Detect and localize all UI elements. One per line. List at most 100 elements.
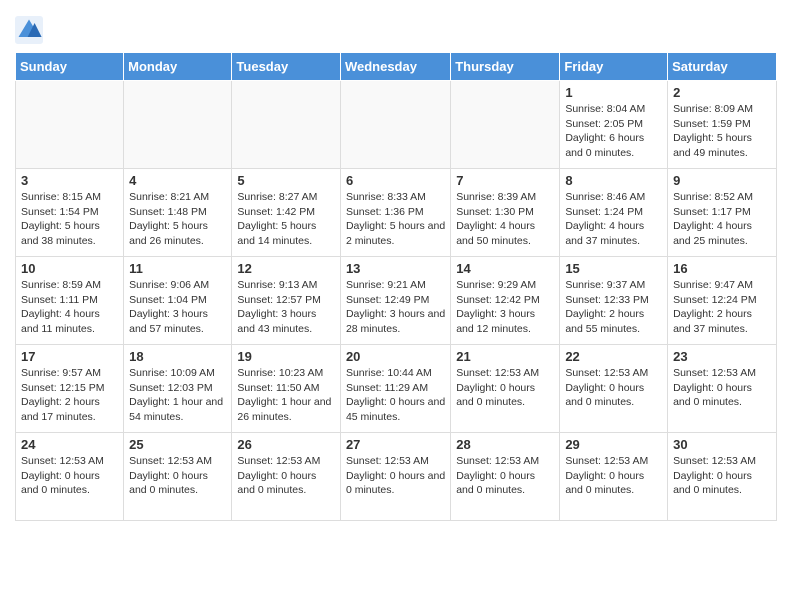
day-info: Sunset: 12:53 AM Daylight: 0 hours and 0… (237, 454, 335, 498)
day-info: Sunrise: 8:27 AM Sunset: 1:42 PM Dayligh… (237, 190, 335, 249)
day-info: Sunrise: 10:23 AM Sunset: 11:50 AM Dayli… (237, 366, 335, 425)
calendar-cell (124, 81, 232, 169)
calendar-cell: 8Sunrise: 8:46 AM Sunset: 1:24 PM Daylig… (560, 169, 668, 257)
day-info: Sunset: 12:53 AM Daylight: 0 hours and 0… (565, 366, 662, 410)
day-info: Sunrise: 9:57 AM Sunset: 12:15 PM Daylig… (21, 366, 118, 425)
day-number: 5 (237, 173, 335, 188)
day-number: 24 (21, 437, 118, 452)
calendar-cell (232, 81, 341, 169)
day-info: Sunset: 12:53 AM Daylight: 0 hours and 0… (129, 454, 226, 498)
day-info: Sunrise: 9:47 AM Sunset: 12:24 PM Daylig… (673, 278, 771, 337)
day-info: Sunrise: 8:39 AM Sunset: 1:30 PM Dayligh… (456, 190, 554, 249)
calendar-cell: 25 Sunset: 12:53 AM Daylight: 0 hours and… (124, 433, 232, 521)
day-info: Sunrise: 8:59 AM Sunset: 1:11 PM Dayligh… (21, 278, 118, 337)
calendar-cell: 17 Sunrise: 9:57 AM Sunset: 12:15 PM Dayl… (16, 345, 124, 433)
day-info: Sunset: 12:53 AM Daylight: 0 hours and 0… (456, 366, 554, 410)
day-number: 20 (346, 349, 445, 364)
calendar-cell: 14 Sunrise: 9:29 AM Sunset: 12:42 PM Dayl… (451, 257, 560, 345)
col-header-friday: Friday (560, 53, 668, 81)
day-info: Sunrise: 10:44 AM Sunset: 11:29 AM Dayli… (346, 366, 445, 425)
calendar-cell: 22 Sunset: 12:53 AM Daylight: 0 hours and… (560, 345, 668, 433)
day-info: Sunrise: 8:04 AM Sunset: 2:05 PM Dayligh… (565, 102, 662, 161)
day-info: Sunset: 12:53 AM Daylight: 0 hours and 0… (673, 454, 771, 498)
calendar-cell: 21 Sunset: 12:53 AM Daylight: 0 hours and… (451, 345, 560, 433)
day-number: 12 (237, 261, 335, 276)
day-info: Sunset: 12:53 AM Daylight: 0 hours and 0… (456, 454, 554, 498)
calendar-cell: 2 Sunrise: 8:09 AM Sunset: 1:59 PM Daylig… (668, 81, 777, 169)
col-header-tuesday: Tuesday (232, 53, 341, 81)
calendar-cell: 29 Sunset: 12:53 AM Daylight: 0 hours and… (560, 433, 668, 521)
calendar-cell (16, 81, 124, 169)
day-number: 4 (129, 173, 226, 188)
day-info: Sunrise: 8:52 AM Sunset: 1:17 PM Dayligh… (673, 190, 771, 249)
calendar-cell: 16 Sunrise: 9:47 AM Sunset: 12:24 PM Dayl… (668, 257, 777, 345)
calendar-cell: 15 Sunrise: 9:37 AM Sunset: 12:33 PM Dayl… (560, 257, 668, 345)
day-number: 7 (456, 173, 554, 188)
day-number: 18 (129, 349, 226, 364)
calendar-cell: 19Sunrise: 10:23 AM Sunset: 11:50 AM Day… (232, 345, 341, 433)
day-number: 14 (456, 261, 554, 276)
day-number: 30 (673, 437, 771, 452)
calendar-cell: 7 Sunrise: 8:39 AM Sunset: 1:30 PM Daylig… (451, 169, 560, 257)
col-header-monday: Monday (124, 53, 232, 81)
day-info: Sunrise: 9:29 AM Sunset: 12:42 PM Daylig… (456, 278, 554, 337)
calendar-week-1: 1 Sunrise: 8:04 AM Sunset: 2:05 PM Daylig… (16, 81, 777, 169)
calendar-week-2: 3 Sunrise: 8:15 AM Sunset: 1:54 PM Daylig… (16, 169, 777, 257)
day-number: 28 (456, 437, 554, 452)
calendar-cell: 23Sunset: 12:53 AM Daylight: 0 hours and… (668, 345, 777, 433)
day-number: 2 (673, 85, 771, 100)
day-number: 9 (673, 173, 771, 188)
calendar-cell: 3 Sunrise: 8:15 AM Sunset: 1:54 PM Daylig… (16, 169, 124, 257)
day-info: Sunrise: 9:21 AM Sunset: 12:49 PM Daylig… (346, 278, 445, 337)
day-info: Sunrise: 9:37 AM Sunset: 12:33 PM Daylig… (565, 278, 662, 337)
day-info: Sunrise: 8:46 AM Sunset: 1:24 PM Dayligh… (565, 190, 662, 249)
day-info: Sunrise: 8:09 AM Sunset: 1:59 PM Dayligh… (673, 102, 771, 161)
day-info: Sunrise: 8:15 AM Sunset: 1:54 PM Dayligh… (21, 190, 118, 249)
day-number: 16 (673, 261, 771, 276)
calendar-week-3: 10 Sunrise: 8:59 AM Sunset: 1:11 PM Dayli… (16, 257, 777, 345)
day-number: 15 (565, 261, 662, 276)
col-header-sunday: Sunday (16, 53, 124, 81)
day-info: Sunset: 12:53 AM Daylight: 0 hours and 0… (346, 454, 445, 498)
day-info: Sunset: 12:53 AM Daylight: 0 hours and 0… (673, 366, 771, 410)
day-number: 25 (129, 437, 226, 452)
calendar-cell: 10 Sunrise: 8:59 AM Sunset: 1:11 PM Dayli… (16, 257, 124, 345)
calendar-cell: 1 Sunrise: 8:04 AM Sunset: 2:05 PM Daylig… (560, 81, 668, 169)
calendar-header-row: SundayMondayTuesdayWednesdayThursdayFrid… (16, 53, 777, 81)
calendar-cell: 30 Sunset: 12:53 AM Daylight: 0 hours and… (668, 433, 777, 521)
calendar-cell: 5 Sunrise: 8:27 AM Sunset: 1:42 PM Daylig… (232, 169, 341, 257)
calendar-cell: 6 Sunrise: 8:33 AM Sunset: 1:36 PM Daylig… (340, 169, 450, 257)
day-info: Sunset: 12:53 AM Daylight: 0 hours and 0… (21, 454, 118, 498)
day-info: Sunrise: 9:06 AM Sunset: 1:04 PM Dayligh… (129, 278, 226, 337)
day-number: 13 (346, 261, 445, 276)
day-number: 29 (565, 437, 662, 452)
day-number: 27 (346, 437, 445, 452)
day-number: 3 (21, 173, 118, 188)
calendar-cell: 27 Sunset: 12:53 AM Daylight: 0 hours and… (340, 433, 450, 521)
calendar-cell: 9 Sunrise: 8:52 AM Sunset: 1:17 PM Daylig… (668, 169, 777, 257)
day-info: Sunrise: 8:33 AM Sunset: 1:36 PM Dayligh… (346, 190, 445, 249)
day-info: Sunrise: 9:13 AM Sunset: 12:57 PM Daylig… (237, 278, 335, 337)
header (15, 10, 777, 44)
calendar-cell: 11 Sunrise: 9:06 AM Sunset: 1:04 PM Dayli… (124, 257, 232, 345)
calendar-cell (340, 81, 450, 169)
col-header-wednesday: Wednesday (340, 53, 450, 81)
day-number: 6 (346, 173, 445, 188)
day-info: Sunrise: 10:09 AM Sunset: 12:03 PM Dayli… (129, 366, 226, 425)
day-number: 26 (237, 437, 335, 452)
calendar-cell: 13 Sunrise: 9:21 AM Sunset: 12:49 PM Dayl… (340, 257, 450, 345)
calendar-cell: 28 Sunset: 12:53 AM Daylight: 0 hours and… (451, 433, 560, 521)
day-number: 22 (565, 349, 662, 364)
day-number: 10 (21, 261, 118, 276)
day-info: Sunrise: 8:21 AM Sunset: 1:48 PM Dayligh… (129, 190, 226, 249)
day-number: 21 (456, 349, 554, 364)
calendar-week-5: 24 Sunset: 12:53 AM Daylight: 0 hours and… (16, 433, 777, 521)
day-number: 1 (565, 85, 662, 100)
day-info: Sunset: 12:53 AM Daylight: 0 hours and 0… (565, 454, 662, 498)
calendar-week-4: 17 Sunrise: 9:57 AM Sunset: 12:15 PM Dayl… (16, 345, 777, 433)
calendar-cell: 4 Sunrise: 8:21 AM Sunset: 1:48 PM Daylig… (124, 169, 232, 257)
day-number: 11 (129, 261, 226, 276)
calendar-cell: 18 Sunrise: 10:09 AM Sunset: 12:03 PM Day… (124, 345, 232, 433)
day-number: 17 (21, 349, 118, 364)
calendar: SundayMondayTuesdayWednesdayThursdayFrid… (15, 52, 777, 521)
